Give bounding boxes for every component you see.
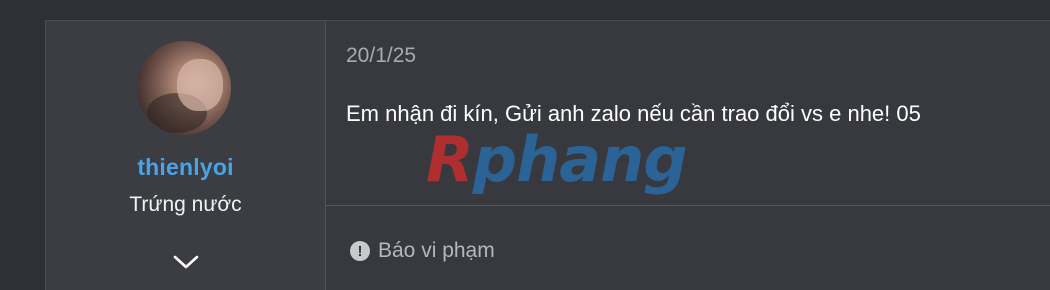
forum-post: thienlyoi Trứng nước 20/1/25 Em nhận đi …	[45, 20, 1050, 290]
avatar[interactable]	[137, 41, 231, 135]
report-button[interactable]: ! Báo vi phạm	[350, 239, 495, 263]
post-date[interactable]: 20/1/25	[346, 44, 416, 68]
report-label: Báo vi phạm	[378, 239, 495, 262]
user-info-panel: thienlyoi Trứng nước	[46, 21, 326, 290]
post-content-panel: 20/1/25 Em nhận đi kín, Gửi anh zalo nếu…	[326, 21, 1050, 290]
page: thienlyoi Trứng nước 20/1/25 Em nhận đi …	[0, 0, 1050, 290]
exclamation-circle-icon: !	[350, 241, 370, 261]
divider	[326, 205, 1050, 206]
username-link[interactable]: thienlyoi	[46, 154, 325, 181]
post-body: Em nhận đi kín, Gửi anh zalo nếu cần tra…	[346, 101, 921, 126]
avatar-highlight	[177, 59, 223, 111]
user-title: Trứng nước	[129, 193, 242, 216]
chevron-down-icon	[173, 255, 199, 269]
expand-user-button[interactable]	[170, 250, 202, 274]
